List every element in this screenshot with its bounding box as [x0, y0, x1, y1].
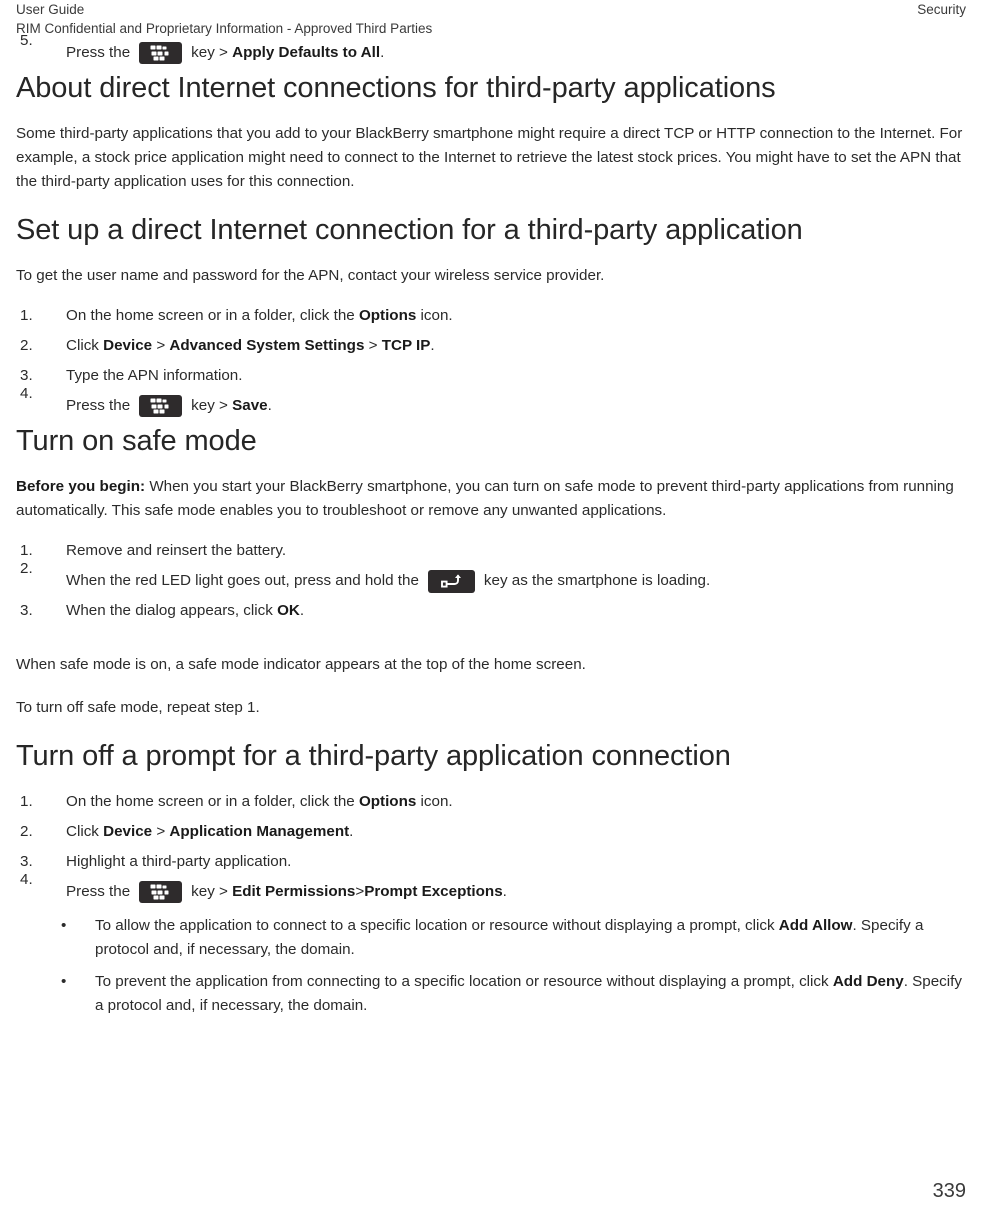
section3-after-paragraph-2: To turn off safe mode, repeat step 1. — [16, 699, 260, 716]
step-item: 4. Press the key > Save. — [16, 385, 966, 418]
step-text-before: Press the — [66, 397, 131, 414]
step-number: 1. — [20, 307, 33, 324]
step-number: 2. — [20, 823, 33, 840]
step-item: 1. On the home screen or in a folder, cl… — [16, 790, 966, 814]
step-separator: > — [355, 883, 365, 900]
step-item: 4. Press the key > Edit Permissions > Pr… — [16, 871, 966, 904]
step-text: Click Device > Advanced System Settings … — [66, 337, 435, 354]
section-heading-turn-on-safe-mode: Turn on safe mode — [16, 425, 257, 457]
step-number: 2. — [20, 560, 33, 577]
step-number: 1. — [20, 793, 33, 810]
step-text: Type the APN information. — [66, 367, 243, 384]
step-number: 4. — [20, 871, 33, 888]
section3-after-paragraph-1: When safe mode is on, a safe mode indica… — [16, 656, 586, 673]
page-content: 5. Press the key > Apply Defaults to All… — [16, 32, 966, 1018]
section4-bullet-list: • To allow the application to connect to… — [16, 914, 966, 1018]
blackberry-logo-glyph — [150, 884, 171, 900]
step-item: 2. When the red LED light goes out, pres… — [16, 560, 966, 593]
blackberry-menu-key-icon — [139, 42, 183, 64]
list-item: • To allow the application to connect to… — [16, 914, 966, 962]
section3-step-list: 1. Remove and reinsert the battery. 2. W… — [16, 539, 966, 623]
step-text-before: Press the — [66, 883, 131, 900]
blackberry-menu-key-icon — [139, 395, 183, 417]
step-text-mid: key > — [191, 883, 228, 900]
section2-step-list: 1. On the home screen or in a folder, cl… — [16, 304, 966, 418]
section1-paragraph: Some third-party applications that you a… — [16, 125, 963, 190]
before-you-begin-label: Before you begin: — [16, 478, 146, 495]
step-text: Remove and reinsert the battery. — [66, 542, 287, 559]
step-item: 1. On the home screen or in a folder, cl… — [16, 304, 966, 328]
blackberry-logo-glyph — [150, 45, 171, 61]
page-number: 339 — [932, 1180, 966, 1202]
section2-intro-paragraph: To get the user name and password for th… — [16, 267, 605, 284]
section4-step-list: 1. On the home screen or in a folder, cl… — [16, 790, 966, 904]
escape-back-key-icon — [427, 569, 475, 593]
section3-before-you-begin: Before you begin: When you start your Bl… — [16, 475, 966, 523]
step-item: 3. Type the APN information. — [16, 364, 966, 388]
bullet-marker: • — [61, 917, 67, 934]
list-item: • To prevent the application from connec… — [16, 970, 966, 1018]
step-text-after: . — [380, 44, 385, 61]
before-you-begin-text: When you start your BlackBerry smartphon… — [16, 478, 954, 519]
step-text-after: . — [502, 883, 507, 900]
step-text: Highlight a third-party application. — [66, 853, 292, 870]
step-text-mid: key as the smartphone is loading. — [483, 572, 711, 589]
blackberry-menu-key-icon — [139, 881, 183, 903]
step-item: 3. Highlight a third-party application. — [16, 850, 966, 874]
step-number: 3. — [20, 602, 33, 619]
header-left-block: User Guide RIM Confidential and Propriet… — [16, 0, 432, 38]
step-item: 3. When the dialog appears, click OK. — [16, 599, 966, 623]
step-text: On the home screen or in a folder, click… — [66, 307, 453, 324]
step-item: 1. Remove and reinsert the battery. — [16, 539, 966, 563]
header-confidentiality-notice: RIM Confidential and Proprietary Informa… — [16, 21, 433, 36]
bullet-text: To allow the application to connect to a… — [95, 917, 924, 958]
step-text-before: Press the — [66, 44, 131, 61]
step-item: 5. Press the key > Apply Defaults to All… — [16, 32, 966, 65]
step-item: 2. Click Device > Application Management… — [16, 820, 966, 844]
section-heading-about-direct-internet: About direct Internet connections for th… — [16, 72, 776, 104]
section-heading-set-up-direct-connection: Set up a direct Internet connection for … — [16, 214, 803, 246]
carryover-step-list: 5. Press the key > Apply Defaults to All… — [16, 32, 966, 65]
step-bold-label: Save — [232, 397, 268, 414]
step-bold-label: Edit Permissions — [232, 883, 356, 900]
step-number: 5. — [20, 32, 33, 49]
step-text-after: . — [267, 397, 272, 414]
step-text: When the dialog appears, click OK. — [66, 602, 305, 619]
step-text-before: When the red LED light goes out, press a… — [66, 572, 419, 589]
bullet-text: To prevent the application from connecti… — [95, 973, 962, 1014]
step-bold-label-2: Prompt Exceptions — [364, 883, 503, 900]
step-number: 2. — [20, 337, 33, 354]
step-number: 4. — [20, 385, 33, 402]
section-heading-turn-off-prompt: Turn off a prompt for a third-party appl… — [16, 740, 731, 772]
back-arrow-glyph — [440, 573, 462, 589]
step-text: Click Device > Application Management. — [66, 823, 354, 840]
step-text: On the home screen or in a folder, click… — [66, 793, 453, 810]
step-bold-label: Apply Defaults to All — [232, 44, 381, 61]
bullet-marker: • — [61, 973, 67, 990]
running-header: User Guide RIM Confidential and Propriet… — [16, 0, 966, 41]
blackberry-logo-glyph — [150, 398, 171, 414]
header-document-title: User Guide — [16, 2, 85, 17]
step-text-mid: key > — [191, 44, 228, 61]
step-item: 2. Click Device > Advanced System Settin… — [16, 334, 966, 358]
document-page: User Guide RIM Confidential and Propriet… — [0, 0, 982, 1213]
header-chapter-title: Security — [917, 2, 966, 17]
step-text-mid: key > — [191, 397, 228, 414]
